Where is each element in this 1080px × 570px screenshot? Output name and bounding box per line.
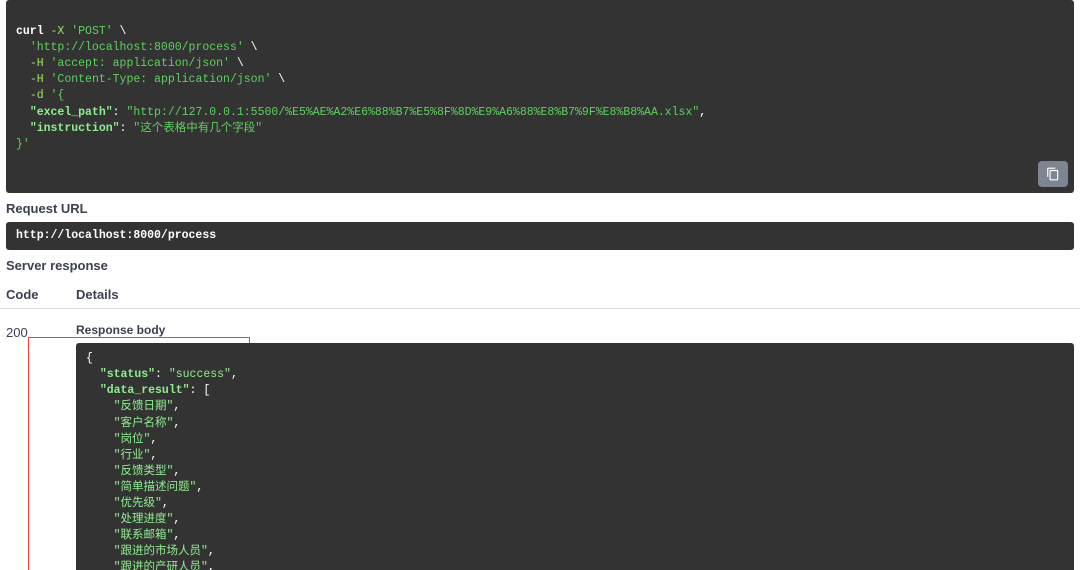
curl-json-key-excel: "excel_path" bbox=[30, 106, 113, 119]
curl-json-instruction: "这个表格中有几个字段" bbox=[133, 122, 262, 135]
curl-bs: \ bbox=[113, 25, 127, 38]
status-code: 200 bbox=[6, 323, 76, 340]
request-url-value: http://localhost:8000/process bbox=[16, 229, 216, 242]
response-body-label: Response body bbox=[76, 323, 1074, 337]
curl-method: 'POST' bbox=[71, 25, 112, 38]
server-response-label: Server response bbox=[0, 250, 1080, 279]
curl-content-type: 'Content-Type: application/json' bbox=[51, 73, 272, 86]
curl-flag-x: -X bbox=[51, 25, 65, 38]
curl-body-close: }' bbox=[16, 138, 30, 151]
curl-json-excel-path: "http://127.0.0.1:5500/%E5%AE%A2%E6%88%B… bbox=[126, 106, 699, 119]
response-body-block: { "status": "success", "data_result": [ … bbox=[76, 343, 1074, 570]
col-header-details: Details bbox=[76, 287, 1074, 302]
curl-bs: \ bbox=[244, 41, 258, 54]
curl-flag-d: -d bbox=[30, 89, 44, 102]
curl-command-block: curl -X 'POST' \ 'http://localhost:8000/… bbox=[6, 0, 1074, 193]
colon: : bbox=[120, 122, 134, 135]
request-url-block: http://localhost:8000/process bbox=[6, 222, 1074, 250]
curl-url: 'http://localhost:8000/process' bbox=[30, 41, 244, 54]
request-url-label: Request URL bbox=[0, 193, 1080, 222]
curl-bs: \ bbox=[271, 73, 285, 86]
curl-flag-h: -H bbox=[30, 73, 44, 86]
copy-curl-button[interactable] bbox=[1038, 161, 1068, 187]
curl-json-key-instruction: "instruction" bbox=[30, 122, 120, 135]
comma: , bbox=[699, 106, 706, 119]
curl-cmd: curl bbox=[16, 25, 44, 38]
colon: : bbox=[113, 106, 127, 119]
curl-accept: 'accept: application/json' bbox=[51, 57, 230, 70]
curl-flag-h: -H bbox=[30, 57, 44, 70]
curl-body-open: '{ bbox=[51, 89, 65, 102]
col-header-code: Code bbox=[6, 287, 76, 302]
clipboard-icon bbox=[1046, 167, 1060, 181]
curl-bs: \ bbox=[230, 57, 244, 70]
